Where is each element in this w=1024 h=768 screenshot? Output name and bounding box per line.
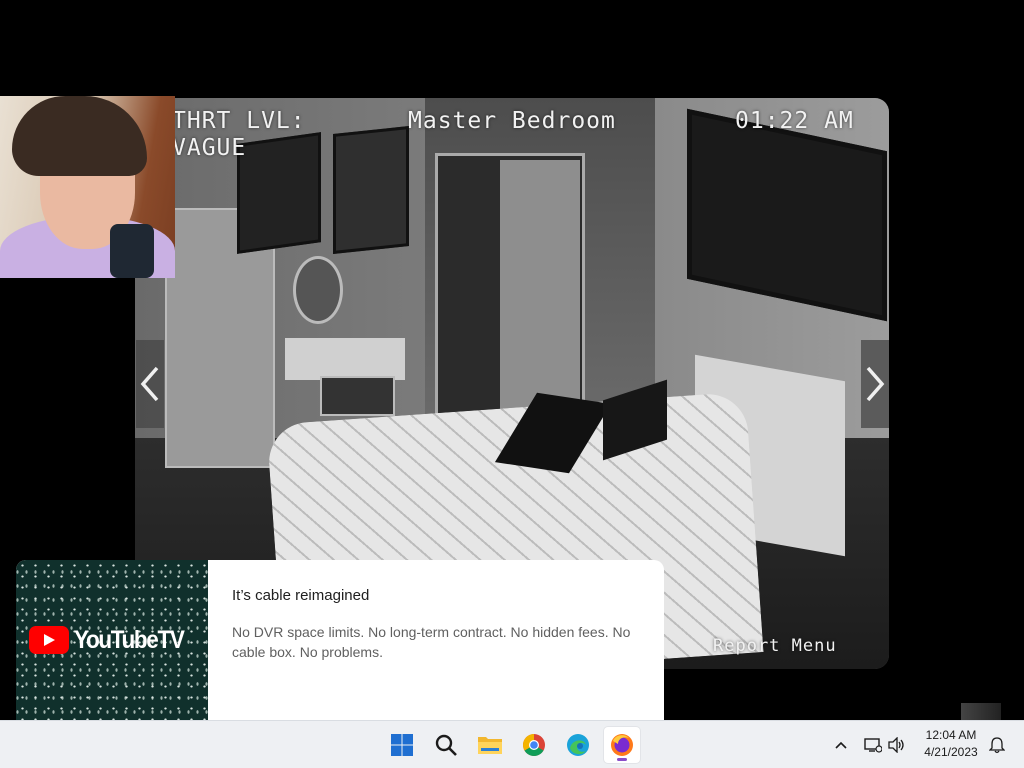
notification-icon[interactable]: [986, 721, 1008, 768]
closet-door: [500, 160, 580, 410]
webcam-overlay: [0, 96, 175, 278]
volume-icon[interactable]: [886, 721, 908, 768]
clock-time: 12:04 AM: [925, 728, 977, 742]
picture-frame: [333, 126, 409, 254]
clock-date: 4/21/2023: [924, 745, 978, 759]
edge-icon[interactable]: [560, 727, 596, 763]
chevron-left-icon: [140, 366, 159, 402]
screen: THRT LVL: VAGUE Master Bedroom 01:22 AM …: [0, 0, 1024, 768]
search-icon[interactable]: [428, 727, 464, 763]
chrome-icon[interactable]: [516, 727, 552, 763]
youtube-tv-wordmark: YouTubeTV: [73, 625, 185, 654]
microphone: [110, 224, 154, 278]
windows-start-icon[interactable]: [384, 727, 420, 763]
taskbar: 12:04 AM 4/21/2023: [0, 720, 1024, 768]
round-mirror: [293, 256, 343, 324]
ad-title[interactable]: It’s cable reimagined: [232, 587, 369, 604]
webcam-hair: [12, 96, 147, 176]
taskbar-clock[interactable]: 12:04 AM 4/21/2023: [914, 727, 988, 761]
active-app-indicator: [617, 758, 627, 761]
report-menu-button[interactable]: Report Menu: [713, 636, 837, 656]
youtube-play-icon: [28, 626, 69, 654]
vanity-stool: [320, 376, 395, 416]
camera-time: 01:22 AM: [735, 108, 854, 134]
threat-level-label: THRT LVL: VAGUE: [172, 108, 306, 162]
chevron-up-icon[interactable]: [830, 721, 852, 768]
threat-level-value: VAGUE: [172, 135, 247, 161]
next-camera-button[interactable]: [861, 340, 889, 428]
firefox-icon[interactable]: [604, 727, 640, 763]
ad-body: No DVR space limits. No long-term contra…: [232, 624, 631, 660]
threat-level-title: THRT LVL:: [172, 108, 306, 134]
mini-thumbnail[interactable]: [961, 703, 1001, 721]
file-explorer-icon[interactable]: [472, 727, 508, 763]
vanity-table: [285, 338, 405, 380]
room-name: Master Bedroom: [408, 108, 616, 134]
youtube-tv-logo: YouTubeTV: [28, 625, 196, 655]
chevron-right-icon: [866, 366, 885, 402]
ad-image[interactable]: YouTubeTV: [16, 560, 208, 720]
previous-camera-button[interactable]: [136, 340, 164, 428]
network-icon[interactable]: [862, 721, 884, 768]
ad-card[interactable]: YouTubeTV It’s cable reimagined No DVR s…: [16, 560, 664, 720]
